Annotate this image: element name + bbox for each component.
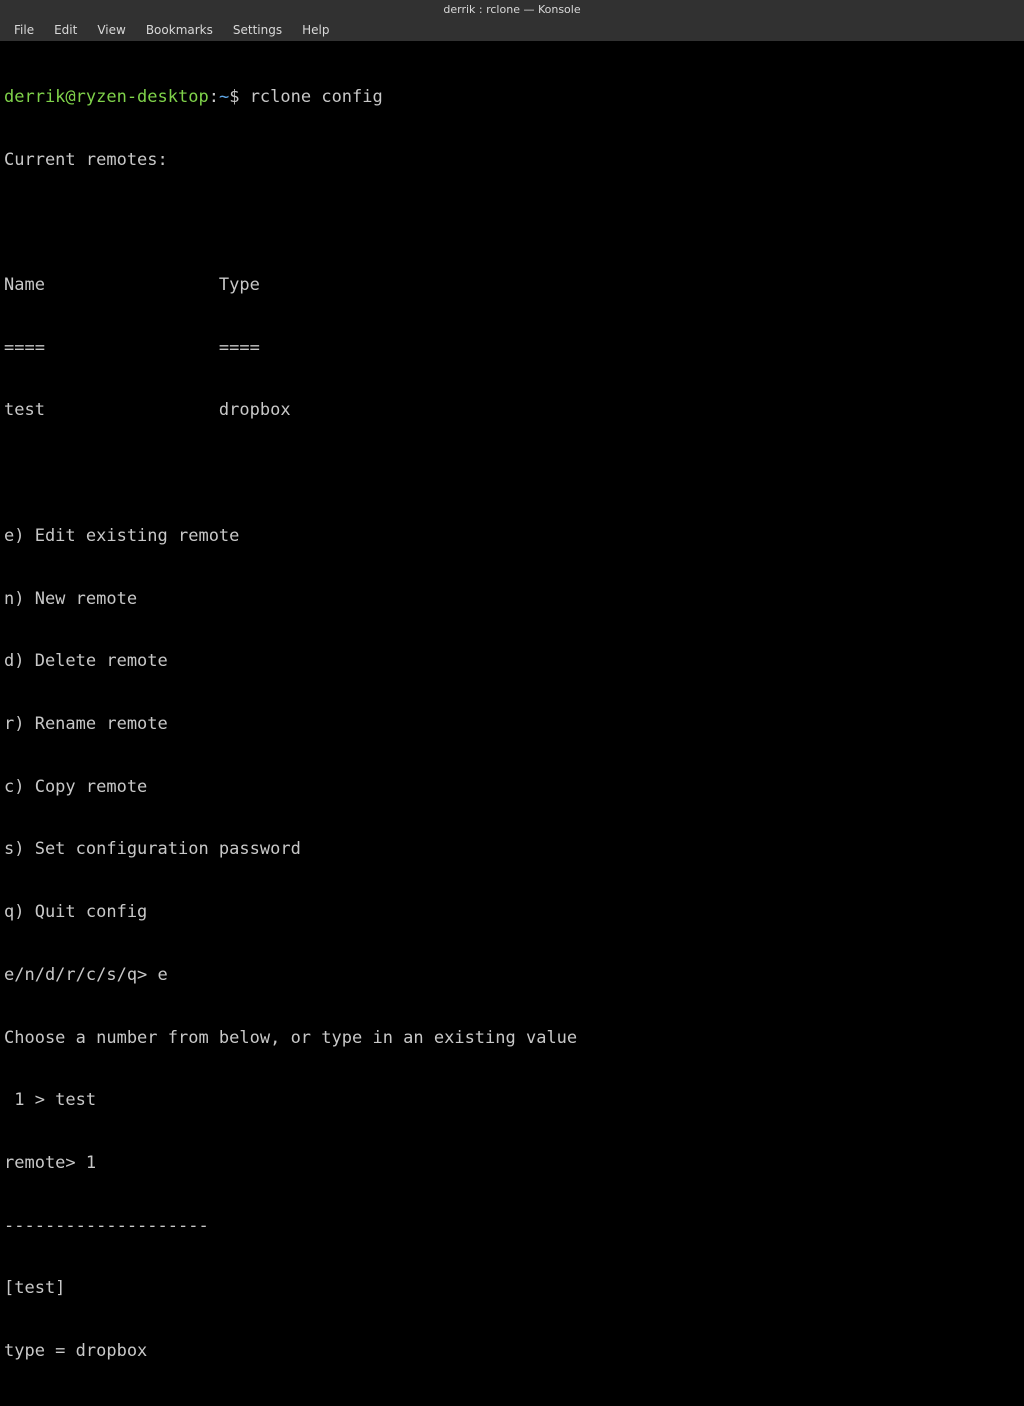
output-line: app_key = — [4, 1404, 1020, 1406]
prompt-line: derrik@ryzen-desktop:~$ rclone config — [4, 87, 1020, 108]
menu-bookmarks[interactable]: Bookmarks — [136, 20, 223, 40]
output-line: r) Rename remote — [4, 714, 1020, 735]
output-line: e/n/d/r/c/s/q> e — [4, 965, 1020, 986]
output-line: remote> 1 — [4, 1153, 1020, 1174]
output-line: e) Edit existing remote — [4, 526, 1020, 547]
command-text: rclone config — [250, 87, 383, 107]
output-line: c) Copy remote — [4, 777, 1020, 798]
output-line: Current remotes: — [4, 150, 1020, 171]
output-line: type = dropbox — [4, 1341, 1020, 1362]
prompt-path: ~ — [219, 87, 229, 107]
menu-view[interactable]: View — [87, 20, 135, 40]
menu-file[interactable]: File — [4, 20, 44, 40]
menubar: File Edit View Bookmarks Settings Help — [0, 18, 1024, 41]
output-line: Name Type — [4, 275, 1020, 296]
output-line: s) Set configuration password — [4, 839, 1020, 860]
prompt-separator: : — [209, 87, 219, 107]
window-titlebar: derrik : rclone — Konsole — [0, 0, 1024, 18]
menu-help[interactable]: Help — [292, 20, 339, 40]
output-line: -------------------- — [4, 1216, 1020, 1237]
output-line: [test] — [4, 1278, 1020, 1299]
output-line: Choose a number from below, or type in a… — [4, 1028, 1020, 1049]
output-line: d) Delete remote — [4, 651, 1020, 672]
output-line: 1 > test — [4, 1090, 1020, 1111]
output-line — [4, 463, 1020, 484]
menu-settings[interactable]: Settings — [223, 20, 292, 40]
output-line: test dropbox — [4, 400, 1020, 421]
window-title: derrik : rclone — Konsole — [443, 3, 580, 16]
terminal-area[interactable]: derrik@ryzen-desktop:~$ rclone config Cu… — [0, 41, 1024, 1406]
output-line: n) New remote — [4, 589, 1020, 610]
output-line: q) Quit config — [4, 902, 1020, 923]
output-line: ==== ==== — [4, 338, 1020, 359]
menu-edit[interactable]: Edit — [44, 20, 87, 40]
prompt-dollar: $ — [229, 87, 249, 107]
output-line — [4, 212, 1020, 233]
prompt-user-host: derrik@ryzen-desktop — [4, 87, 209, 107]
